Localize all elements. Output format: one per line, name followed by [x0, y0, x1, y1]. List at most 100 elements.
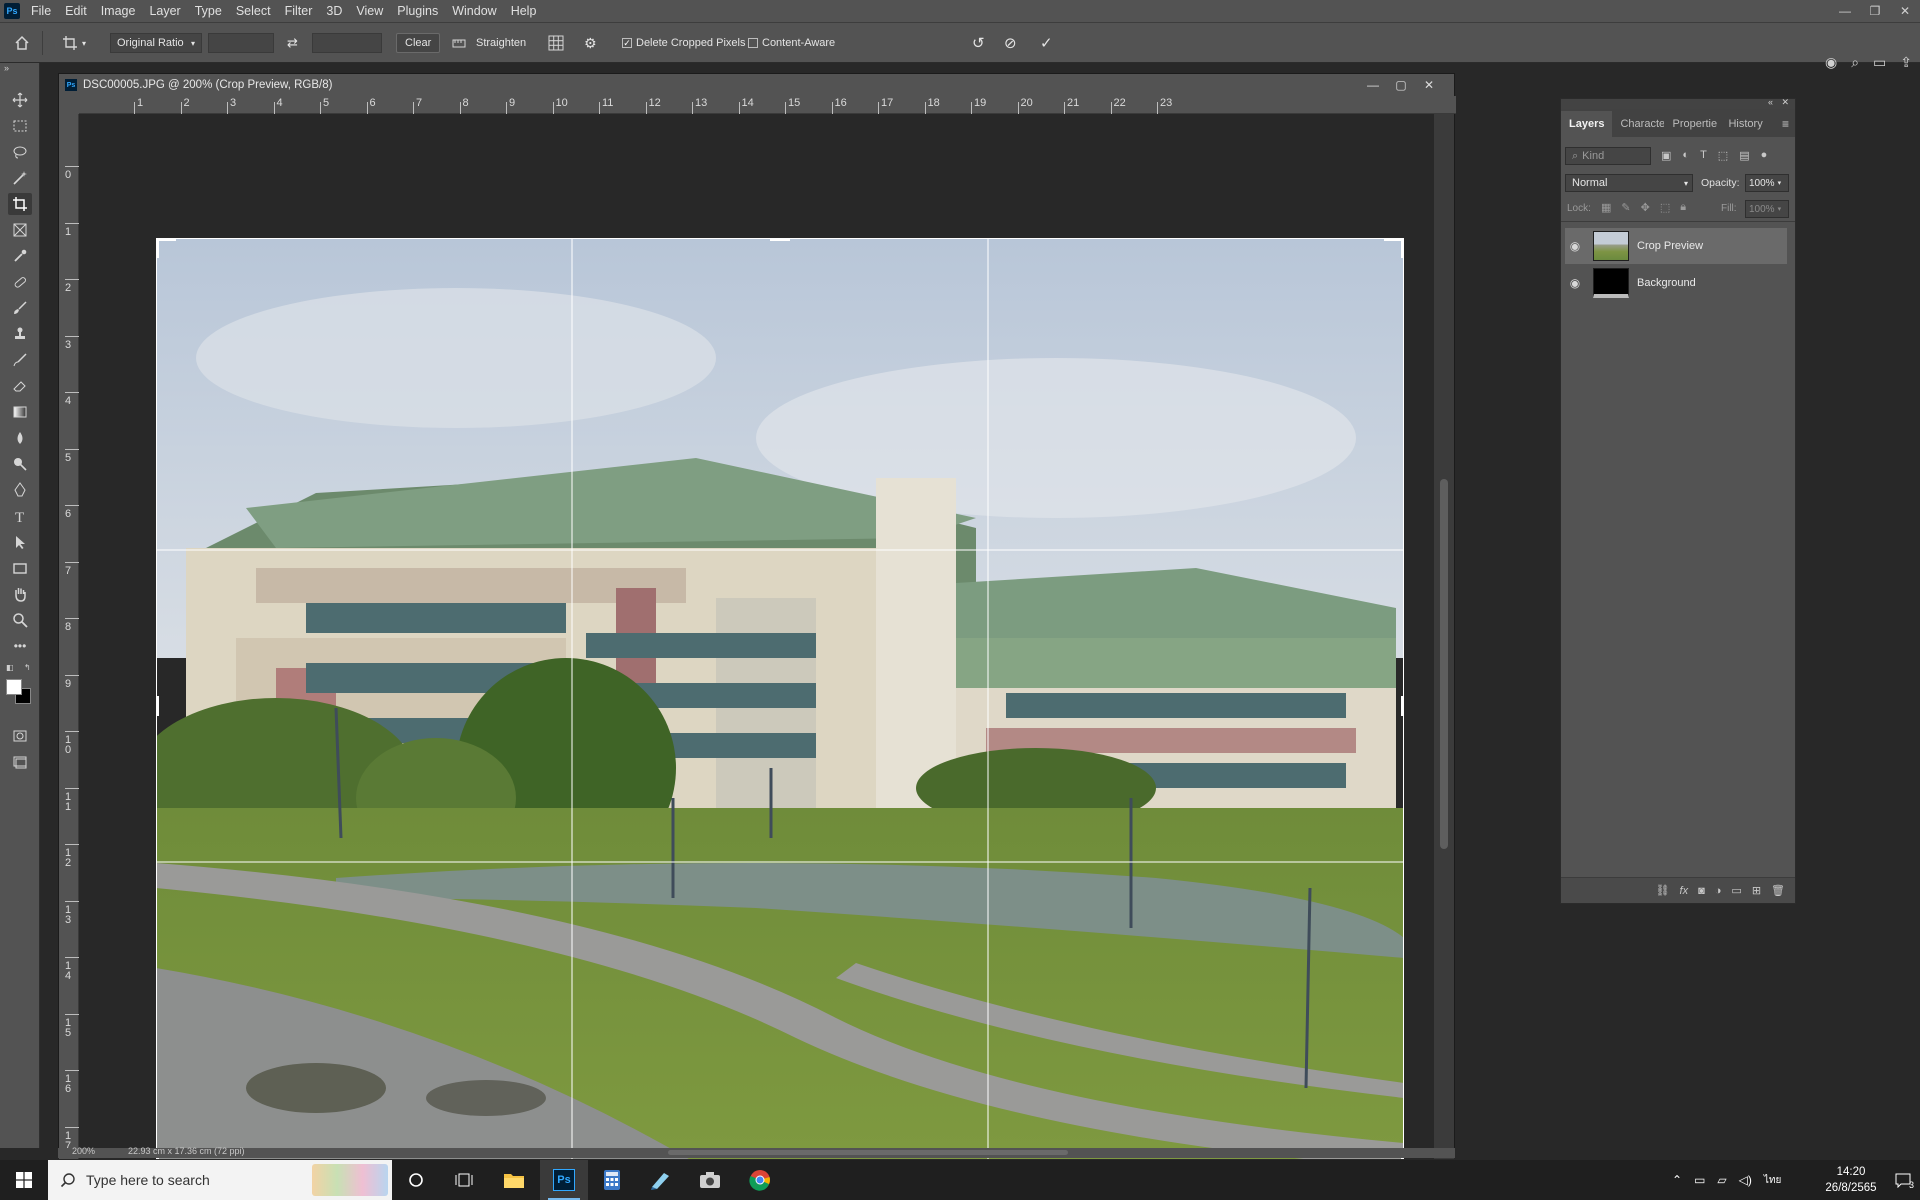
lock-image-icon[interactable]: ✎ — [1621, 201, 1630, 214]
cancel-crop-icon[interactable]: ⊘ — [1004, 33, 1017, 53]
menu-filter[interactable]: Filter — [278, 0, 320, 22]
language-indicator[interactable]: ไทย — [1764, 1173, 1781, 1188]
notes-app[interactable] — [636, 1160, 684, 1200]
restore-icon[interactable]: ❐ — [1860, 0, 1890, 22]
frame-tool[interactable] — [8, 219, 32, 241]
doc-minimize-icon[interactable]: — — [1359, 74, 1387, 96]
eraser-tool[interactable] — [8, 375, 32, 397]
search-icon[interactable]: ⌕ — [1851, 54, 1859, 71]
crop-preset-picker[interactable]: ▾ — [62, 33, 86, 53]
marquee-tool[interactable] — [8, 115, 32, 137]
crop-handle-right[interactable] — [1401, 696, 1404, 716]
taskbar-clock[interactable]: 14:20 26/8/2565 — [1816, 1164, 1886, 1196]
adjustment-filter-icon[interactable]: ◐ — [1682, 149, 1689, 162]
smart-object-filter-icon[interactable]: ▤ — [1739, 149, 1749, 162]
menu-help[interactable]: Help — [504, 0, 544, 22]
horizontal-ruler[interactable]: 1 2 3 4 5 6 7 8 9 10 11 12 13 14 15 16 17 18 19 20 21 22 23 — [79, 96, 1456, 114]
screen-mode-button[interactable] — [8, 751, 32, 773]
scroll-thumb[interactable] — [1440, 479, 1448, 849]
move-tool[interactable] — [8, 89, 32, 111]
type-filter-icon[interactable]: T — [1700, 149, 1707, 162]
clear-button[interactable]: Clear — [396, 33, 441, 53]
chrome-app[interactable] — [736, 1160, 784, 1200]
layer-row-crop-preview[interactable]: ◉ Crop Preview — [1565, 228, 1787, 264]
delete-cropped-checkbox[interactable]: ✓ Delete Cropped Pixels — [622, 33, 745, 53]
crop-settings-gear-icon[interactable]: ⚙ — [584, 33, 597, 53]
taskbar-search-box[interactable]: Type here to search — [48, 1160, 392, 1200]
cortana-button[interactable] — [392, 1160, 440, 1200]
vertical-ruler[interactable]: 0 1 2 3 4 5 6 7 8 9 10 11 12 13 14 15 16 17 — [59, 114, 79, 1159]
close-panel-icon[interactable]: ✕ — [1781, 97, 1789, 108]
workspace-icon[interactable]: ▭ — [1873, 54, 1886, 71]
lock-position-icon[interactable]: ✥ — [1641, 201, 1650, 214]
doc-restore-icon[interactable]: ▢ — [1387, 74, 1415, 96]
start-button[interactable] — [0, 1160, 48, 1200]
adjustment-layer-icon[interactable]: ◑ — [1715, 885, 1722, 897]
layer-filter-dropdown[interactable]: ⌕ Kind — [1565, 147, 1651, 165]
horizontal-scroll-thumb[interactable] — [668, 1150, 1068, 1155]
menu-select[interactable]: Select — [229, 0, 278, 22]
volume-icon[interactable]: ◁) — [1739, 1173, 1752, 1187]
tab-layers[interactable]: Layers — [1561, 111, 1613, 137]
share-user-icon[interactable]: ◉ — [1825, 54, 1837, 71]
document-tab[interactable]: Ps DSC00005.JPG @ 200% (Crop Preview, RG… — [59, 74, 1454, 96]
overlay-grid-button[interactable] — [548, 33, 564, 53]
clone-stamp-tool[interactable] — [8, 323, 32, 345]
filter-toggle-icon[interactable]: ● — [1761, 149, 1768, 162]
close-icon[interactable]: ✕ — [1890, 0, 1920, 22]
network-icon[interactable]: ▱ — [1717, 1173, 1726, 1187]
layer-row-background[interactable]: ◉ Background — [1565, 265, 1787, 301]
action-center-button[interactable]: 3 — [1886, 1160, 1920, 1200]
photoshop-app[interactable]: Ps — [540, 1160, 588, 1200]
crop-handle-top-left-v[interactable] — [156, 238, 159, 258]
add-mask-icon[interactable]: ◙ — [1698, 885, 1705, 897]
content-aware-checkbox[interactable]: Content-Aware — [748, 33, 835, 53]
file-explorer-app[interactable] — [490, 1160, 538, 1200]
calculator-app[interactable] — [588, 1160, 636, 1200]
default-colors-icon[interactable]: ◧ — [6, 663, 14, 672]
fx-icon[interactable]: fx — [1680, 885, 1689, 897]
new-layer-icon[interactable]: ⊞ — [1752, 884, 1761, 897]
collapse-panel-icon[interactable]: « — [1768, 97, 1773, 107]
collapse-toolbar-icon[interactable]: » — [4, 63, 9, 73]
pixel-filter-icon[interactable]: ▣ — [1661, 149, 1671, 162]
menu-edit[interactable]: Edit — [58, 0, 94, 22]
gradient-tool[interactable] — [8, 401, 32, 423]
quick-mask-button[interactable] — [8, 725, 32, 747]
shape-filter-icon[interactable]: ⬚ — [1718, 149, 1728, 162]
menu-file[interactable]: File — [24, 0, 58, 22]
new-group-icon[interactable]: ▭ — [1731, 884, 1741, 897]
crop-preview-image[interactable] — [156, 238, 1404, 1159]
crop-handle-left[interactable] — [156, 696, 159, 716]
blur-tool[interactable] — [8, 427, 32, 449]
doc-close-icon[interactable]: ✕ — [1415, 74, 1443, 96]
fill-input[interactable]: 100% ▾ — [1745, 200, 1789, 218]
canvas-area[interactable] — [79, 114, 1436, 1159]
delete-layer-icon[interactable]: 🗑︎ — [1771, 884, 1785, 897]
eye-icon[interactable]: ◉ — [1565, 276, 1585, 290]
menu-view[interactable]: View — [349, 0, 390, 22]
rectangle-tool[interactable] — [8, 557, 32, 579]
ratio-height-input[interactable] — [312, 33, 382, 53]
pen-tool[interactable] — [8, 479, 32, 501]
ratio-dropdown[interactable]: Original Ratio ▾ — [110, 33, 202, 53]
foreground-color-swatch[interactable] — [6, 679, 22, 695]
dodge-tool[interactable] — [8, 453, 32, 475]
hand-tool[interactable] — [8, 583, 32, 605]
history-brush-tool[interactable] — [8, 349, 32, 371]
tab-properties[interactable]: Propertie — [1664, 111, 1720, 137]
show-hidden-icons-icon[interactable]: ⌃ — [1672, 1173, 1682, 1187]
menu-window[interactable]: Window — [445, 0, 503, 22]
opacity-input[interactable]: 100% ▾ — [1745, 174, 1789, 192]
swap-colors-icon[interactable]: ↰ — [24, 663, 31, 672]
menu-type[interactable]: Type — [188, 0, 229, 22]
straighten-button[interactable]: Straighten — [452, 33, 526, 53]
zoom-tool[interactable] — [8, 609, 32, 631]
menu-3d[interactable]: 3D — [319, 0, 349, 22]
tab-character[interactable]: Characte — [1612, 111, 1664, 137]
lasso-tool[interactable] — [8, 141, 32, 163]
lock-transparent-icon[interactable]: ▦ — [1601, 201, 1611, 214]
swap-icon[interactable]: ⇄ — [287, 33, 298, 53]
tab-history[interactable]: History — [1720, 111, 1770, 137]
brush-tool[interactable] — [8, 297, 32, 319]
